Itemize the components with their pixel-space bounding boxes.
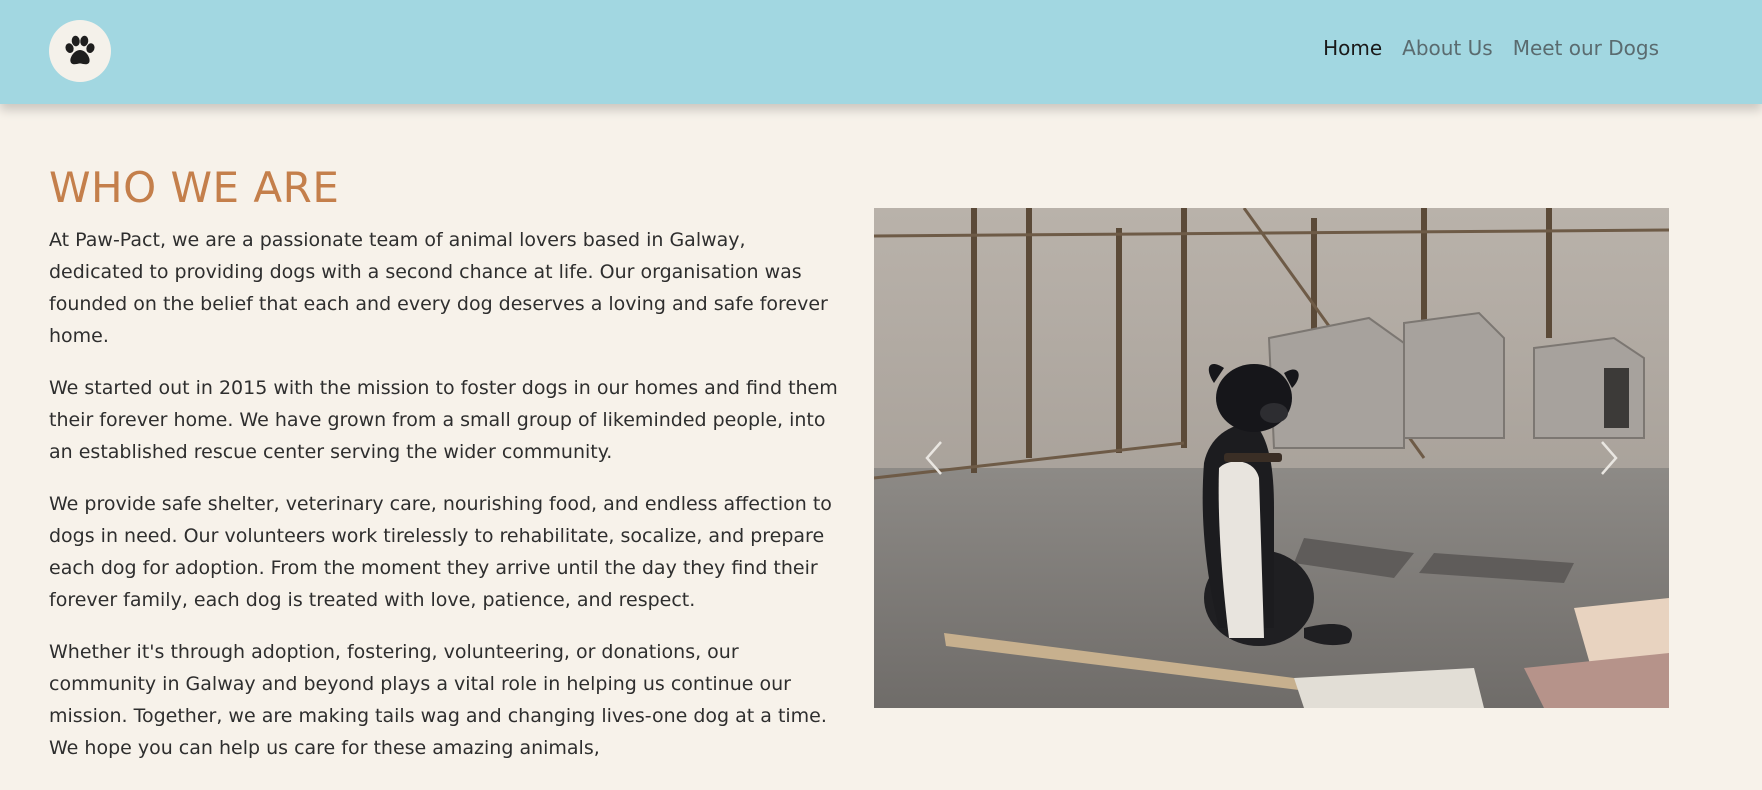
nav-about-us-link[interactable]: About Us [1402,36,1493,60]
paw-icon [65,35,95,65]
logo[interactable] [49,20,111,82]
navbar: Home About Us Meet our Dogs [0,0,1762,104]
about-text: At Paw-Pact, we are a passionate team of… [49,224,844,784]
carousel-image-dog-in-shelter-yard [874,208,1669,708]
image-carousel[interactable] [874,208,1669,708]
carousel-prev-button[interactable] [914,433,954,483]
about-paragraph: At Paw-Pact, we are a passionate team of… [49,229,828,347]
about-paragraph: Whether it's through adoption, fostering… [49,641,827,759]
page-title: WHO WE ARE [49,163,340,212]
chevron-right-icon [1601,441,1618,475]
about-paragraph: We started out in 2015 with the mission … [49,377,838,463]
main-nav: Home About Us Meet our Dogs [1323,36,1659,60]
nav-home-link[interactable]: Home [1323,36,1382,60]
carousel-next-button[interactable] [1589,433,1629,483]
nav-meet-our-dogs-link[interactable]: Meet our Dogs [1513,36,1659,60]
chevron-left-icon [925,441,942,475]
about-paragraph: We provide safe shelter, veterinary care… [49,493,832,611]
